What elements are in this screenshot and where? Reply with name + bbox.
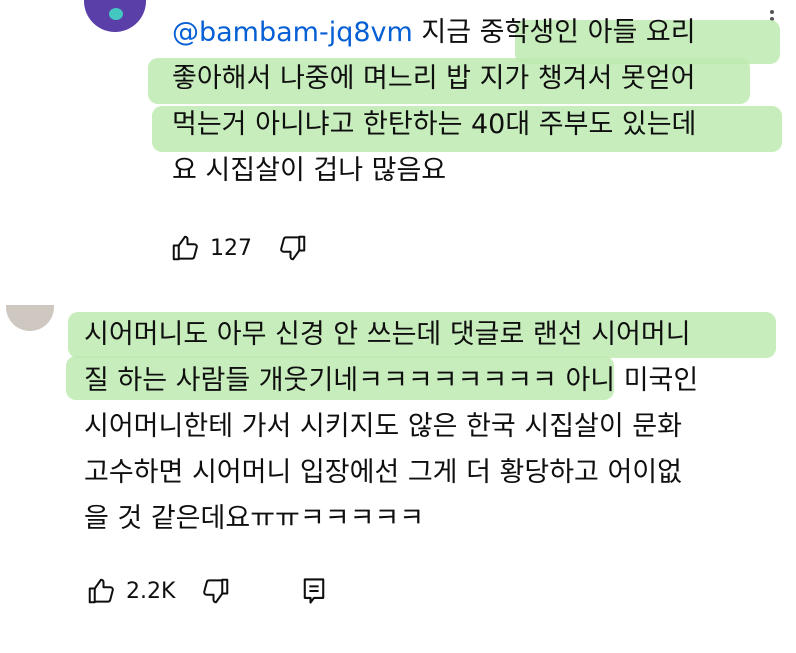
comment-2-line-3: 시어머니한테 가서 시키지도 않은 한국 시집살이 문화 [84, 411, 682, 442]
dislike-icon[interactable] [201, 576, 231, 606]
comment-2-text: 시어머니도 아무 신경 안 쓰는데 댓글로 랜선 시어머니 질 하는 사람들 개… [84, 312, 698, 542]
mention-link[interactable]: @bambam-jq8vm [172, 17, 413, 48]
like-count: 2.2K [126, 578, 176, 604]
like-count: 127 [210, 235, 252, 261]
like-icon[interactable] [86, 576, 116, 606]
comment-1-line-4: 요 시집살이 겁나 많음요 [172, 155, 447, 186]
channel-avatar-2[interactable] [6, 305, 54, 331]
comment-2-line-2: 질 하는 사람들 개웃기네ㅋㅋㅋㅋㅋㅋㅋㅋ 아니 미국인 [84, 365, 699, 396]
comment-2-line-1: 시어머니도 아무 신경 안 쓰는데 댓글로 랜선 시어머니 [84, 319, 691, 350]
dislike-icon[interactable] [278, 233, 308, 263]
like-icon[interactable] [170, 233, 200, 263]
comment-1-line-2: 좋아해서 나중에 며느리 밥 지가 챙겨서 못얻어 [172, 63, 696, 94]
comment-1-text: @bambam-jq8vm 지금 중학생인 아들 요리 좋아해서 나중에 며느리… [172, 10, 696, 194]
reply-icon[interactable] [301, 576, 327, 606]
comment-2-line-4: 고수하면 시어머니 입장에선 그게 더 황당하고 어이없 [84, 457, 682, 488]
comment-1-actions: 127 [170, 233, 308, 263]
comment-1-line-1: @bambam-jq8vm 지금 중학생인 아들 요리 [172, 17, 696, 48]
comment-2-actions: 2.2K [86, 576, 327, 606]
comment-1-line-3: 먹는거 아니냐고 한탄하는 40대 주부도 있는데 [172, 109, 697, 140]
channel-avatar-1[interactable] [84, 0, 146, 32]
comment-2-line-5: 을 것 같은데요ㅠㅠㅋㅋㅋㅋㅋ [84, 503, 425, 534]
